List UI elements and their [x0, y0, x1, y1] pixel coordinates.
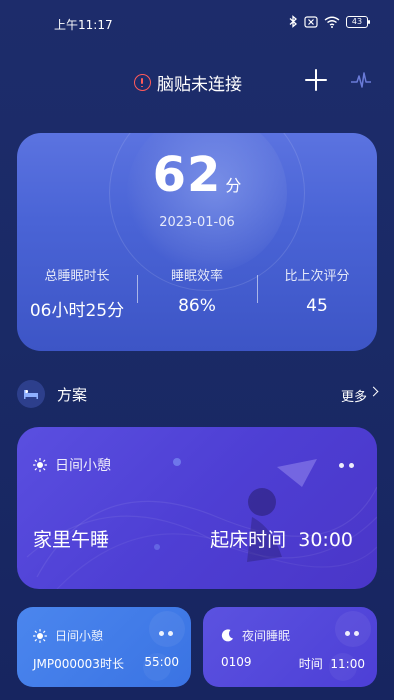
- plans-section-header: 方案 更多: [17, 378, 379, 410]
- wake-time-value: 30:00: [298, 529, 353, 551]
- moon-icon: [221, 629, 233, 642]
- plan-code: JMP000003时长: [33, 657, 124, 671]
- stat-label: 总睡眠时长: [44, 269, 110, 284]
- plan-code: 0109: [221, 655, 252, 669]
- bed-icon: [17, 380, 45, 408]
- plan-card-night[interactable]: 夜间睡眠 0109 时间 11:00: [203, 607, 377, 687]
- sleeping-figure-illustration: [26, 458, 377, 589]
- wake-time: 起床时间 30:00: [210, 525, 353, 552]
- wifi-icon: [324, 16, 340, 28]
- score-unit: 分: [225, 176, 242, 195]
- stat-value: 86%: [178, 296, 216, 316]
- connection-status-text: 脑贴未连接: [157, 75, 242, 95]
- sun-icon: [33, 628, 47, 643]
- wake-time-label: 起床时间: [210, 529, 287, 551]
- sleep-score-card[interactable]: 62 分 2023-01-06 总睡眠时长 06小时25分 睡眠效率 86% 比上…: [17, 133, 377, 351]
- score-value: 62: [152, 147, 222, 203]
- more-link[interactable]: 更多: [341, 386, 367, 405]
- chevron-right-icon[interactable]: [368, 386, 379, 397]
- stat-value: 45: [306, 296, 328, 316]
- divider: [257, 275, 258, 303]
- plan-name: 家里午睡: [33, 529, 110, 551]
- card-type-label: 日间小憩: [55, 458, 111, 474]
- plan-time-label: 时间: [298, 657, 323, 671]
- divider: [137, 275, 138, 303]
- alert-circle-icon: [134, 74, 151, 91]
- score-date: 2023-01-06: [159, 215, 235, 230]
- battery-icon: 43: [346, 15, 370, 28]
- status-time: 上午11:17: [54, 18, 113, 32]
- sleep-stats: 总睡眠时长 06小时25分 睡眠效率 86% 比上次评分 45: [17, 263, 377, 323]
- section-title: 方案: [57, 386, 88, 404]
- sun-icon: [33, 458, 47, 472]
- more-options-icon[interactable]: [345, 631, 363, 637]
- plan-card-main[interactable]: 日间小憩 家里午睡 起床时间 30:00: [17, 427, 377, 589]
- plan-duration: 55:00: [144, 655, 179, 669]
- stat-label: 睡眠效率: [170, 269, 223, 284]
- status-bar: 上午11:17 43: [0, 0, 394, 44]
- card-decoration: [143, 611, 185, 681]
- header: 脑贴未连接: [0, 62, 394, 102]
- stat-total-sleep: 总睡眠时长 06小时25分: [17, 263, 137, 323]
- bluetooth-icon: [289, 15, 297, 28]
- heartbeat-wave-icon[interactable]: [350, 70, 372, 90]
- stat-score-change: 比上次评分 45: [257, 263, 377, 323]
- add-button[interactable]: [304, 68, 328, 92]
- card-type: 夜间睡眠: [221, 627, 290, 644]
- card-type: 日间小憩: [33, 627, 103, 644]
- plan-time-value: 11:00: [330, 657, 365, 671]
- score: 62 分: [17, 147, 377, 203]
- connection-status[interactable]: 脑贴未连接: [134, 70, 242, 95]
- card-type-label: 日间小憩: [55, 629, 104, 643]
- stat-value: 06小时25分: [29, 301, 125, 321]
- status-icons: 43: [289, 15, 370, 28]
- more-options-icon[interactable]: [159, 631, 177, 637]
- stat-sleep-efficiency: 睡眠效率 86%: [137, 263, 257, 323]
- card-decoration: [329, 611, 371, 681]
- more-options-icon[interactable]: [339, 463, 357, 469]
- card-type-label: 夜间睡眠: [242, 629, 291, 643]
- plan-card-day[interactable]: 日间小憩 JMP000003时长 55:00: [17, 607, 191, 687]
- sim-x-icon: [304, 15, 318, 28]
- plan-time: 时间 11:00: [299, 655, 365, 672]
- stat-label: 比上次评分: [284, 269, 350, 284]
- card-type: 日间小憩: [33, 455, 111, 475]
